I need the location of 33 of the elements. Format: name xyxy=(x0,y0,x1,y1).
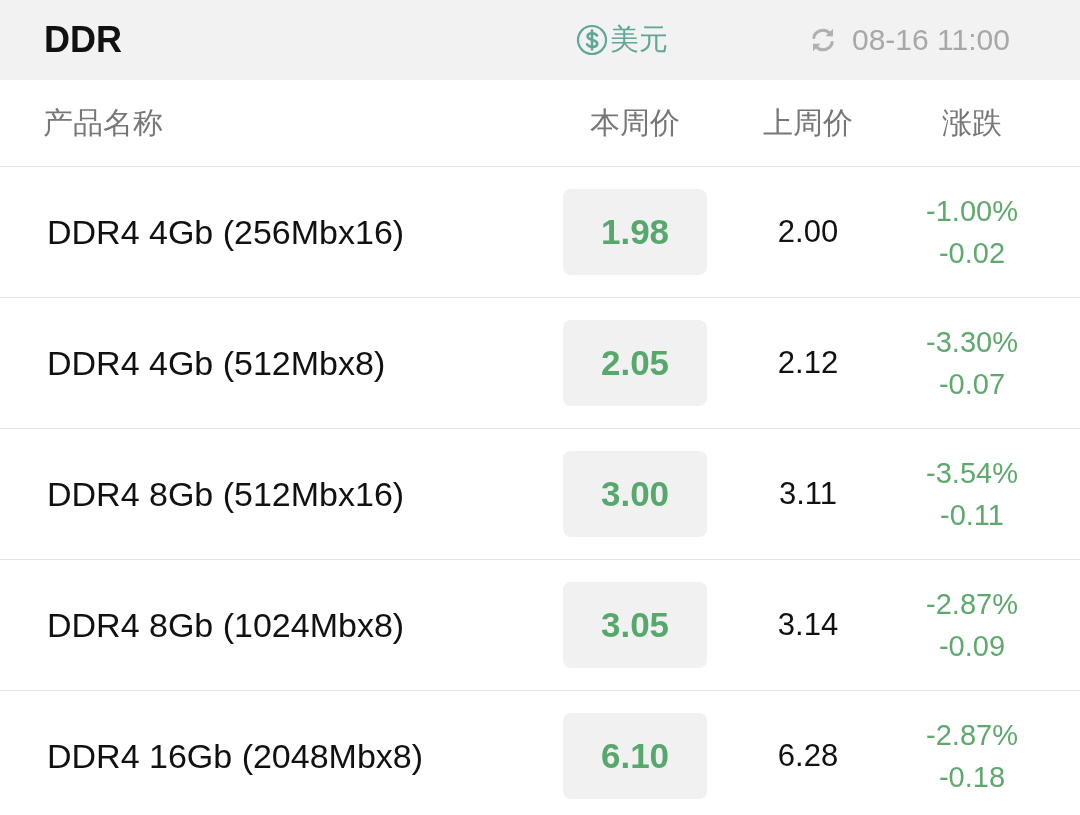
current-price: 2.05 xyxy=(563,320,707,406)
current-price: 6.10 xyxy=(563,713,707,799)
change-percent: -2.87% xyxy=(925,587,1019,622)
last-week-price: 3.14 xyxy=(776,607,840,643)
product-name: DDR4 16Gb (2048Mbx8) xyxy=(46,736,425,776)
change-amount: -0.07 xyxy=(937,367,1007,402)
product-name: DDR4 8Gb (512Mbx16) xyxy=(46,474,406,514)
column-header: 产品名称 xyxy=(42,104,164,141)
product-name: DDR4 4Gb (256Mbx16) xyxy=(46,212,406,252)
current-price: 3.00 xyxy=(563,451,707,537)
change-percent: -1.00% xyxy=(925,194,1019,229)
currency-button[interactable]: 美元 xyxy=(576,20,808,60)
product-name: DDR4 8Gb (1024Mbx8) xyxy=(46,605,406,645)
page-title: DDR xyxy=(44,19,123,61)
change-percent: -2.87% xyxy=(925,718,1019,753)
last-week-price: 6.28 xyxy=(776,738,840,774)
change-amount: -0.02 xyxy=(937,236,1007,271)
current-price: 1.98 xyxy=(563,189,707,275)
last-week-price: 2.12 xyxy=(776,345,840,381)
change-percent: -3.30% xyxy=(925,325,1019,360)
last-week-price: 3.11 xyxy=(777,476,838,512)
last-week-price: 2.00 xyxy=(776,214,840,250)
change-amount: -0.11 xyxy=(939,498,1005,533)
change-percent: -3.54% xyxy=(925,456,1019,491)
column-header: 上周价 xyxy=(762,104,854,141)
current-price: 3.05 xyxy=(563,582,707,668)
product-name: DDR4 4Gb (512Mbx8) xyxy=(46,343,387,383)
column-header: 本周价 xyxy=(589,104,681,141)
change-amount: -0.09 xyxy=(937,629,1007,664)
change-amount: -0.18 xyxy=(937,760,1007,795)
column-header: 涨跌 xyxy=(941,104,1003,141)
update-time: 08-16 11:00 xyxy=(852,23,1010,57)
dollar-icon xyxy=(576,24,608,56)
